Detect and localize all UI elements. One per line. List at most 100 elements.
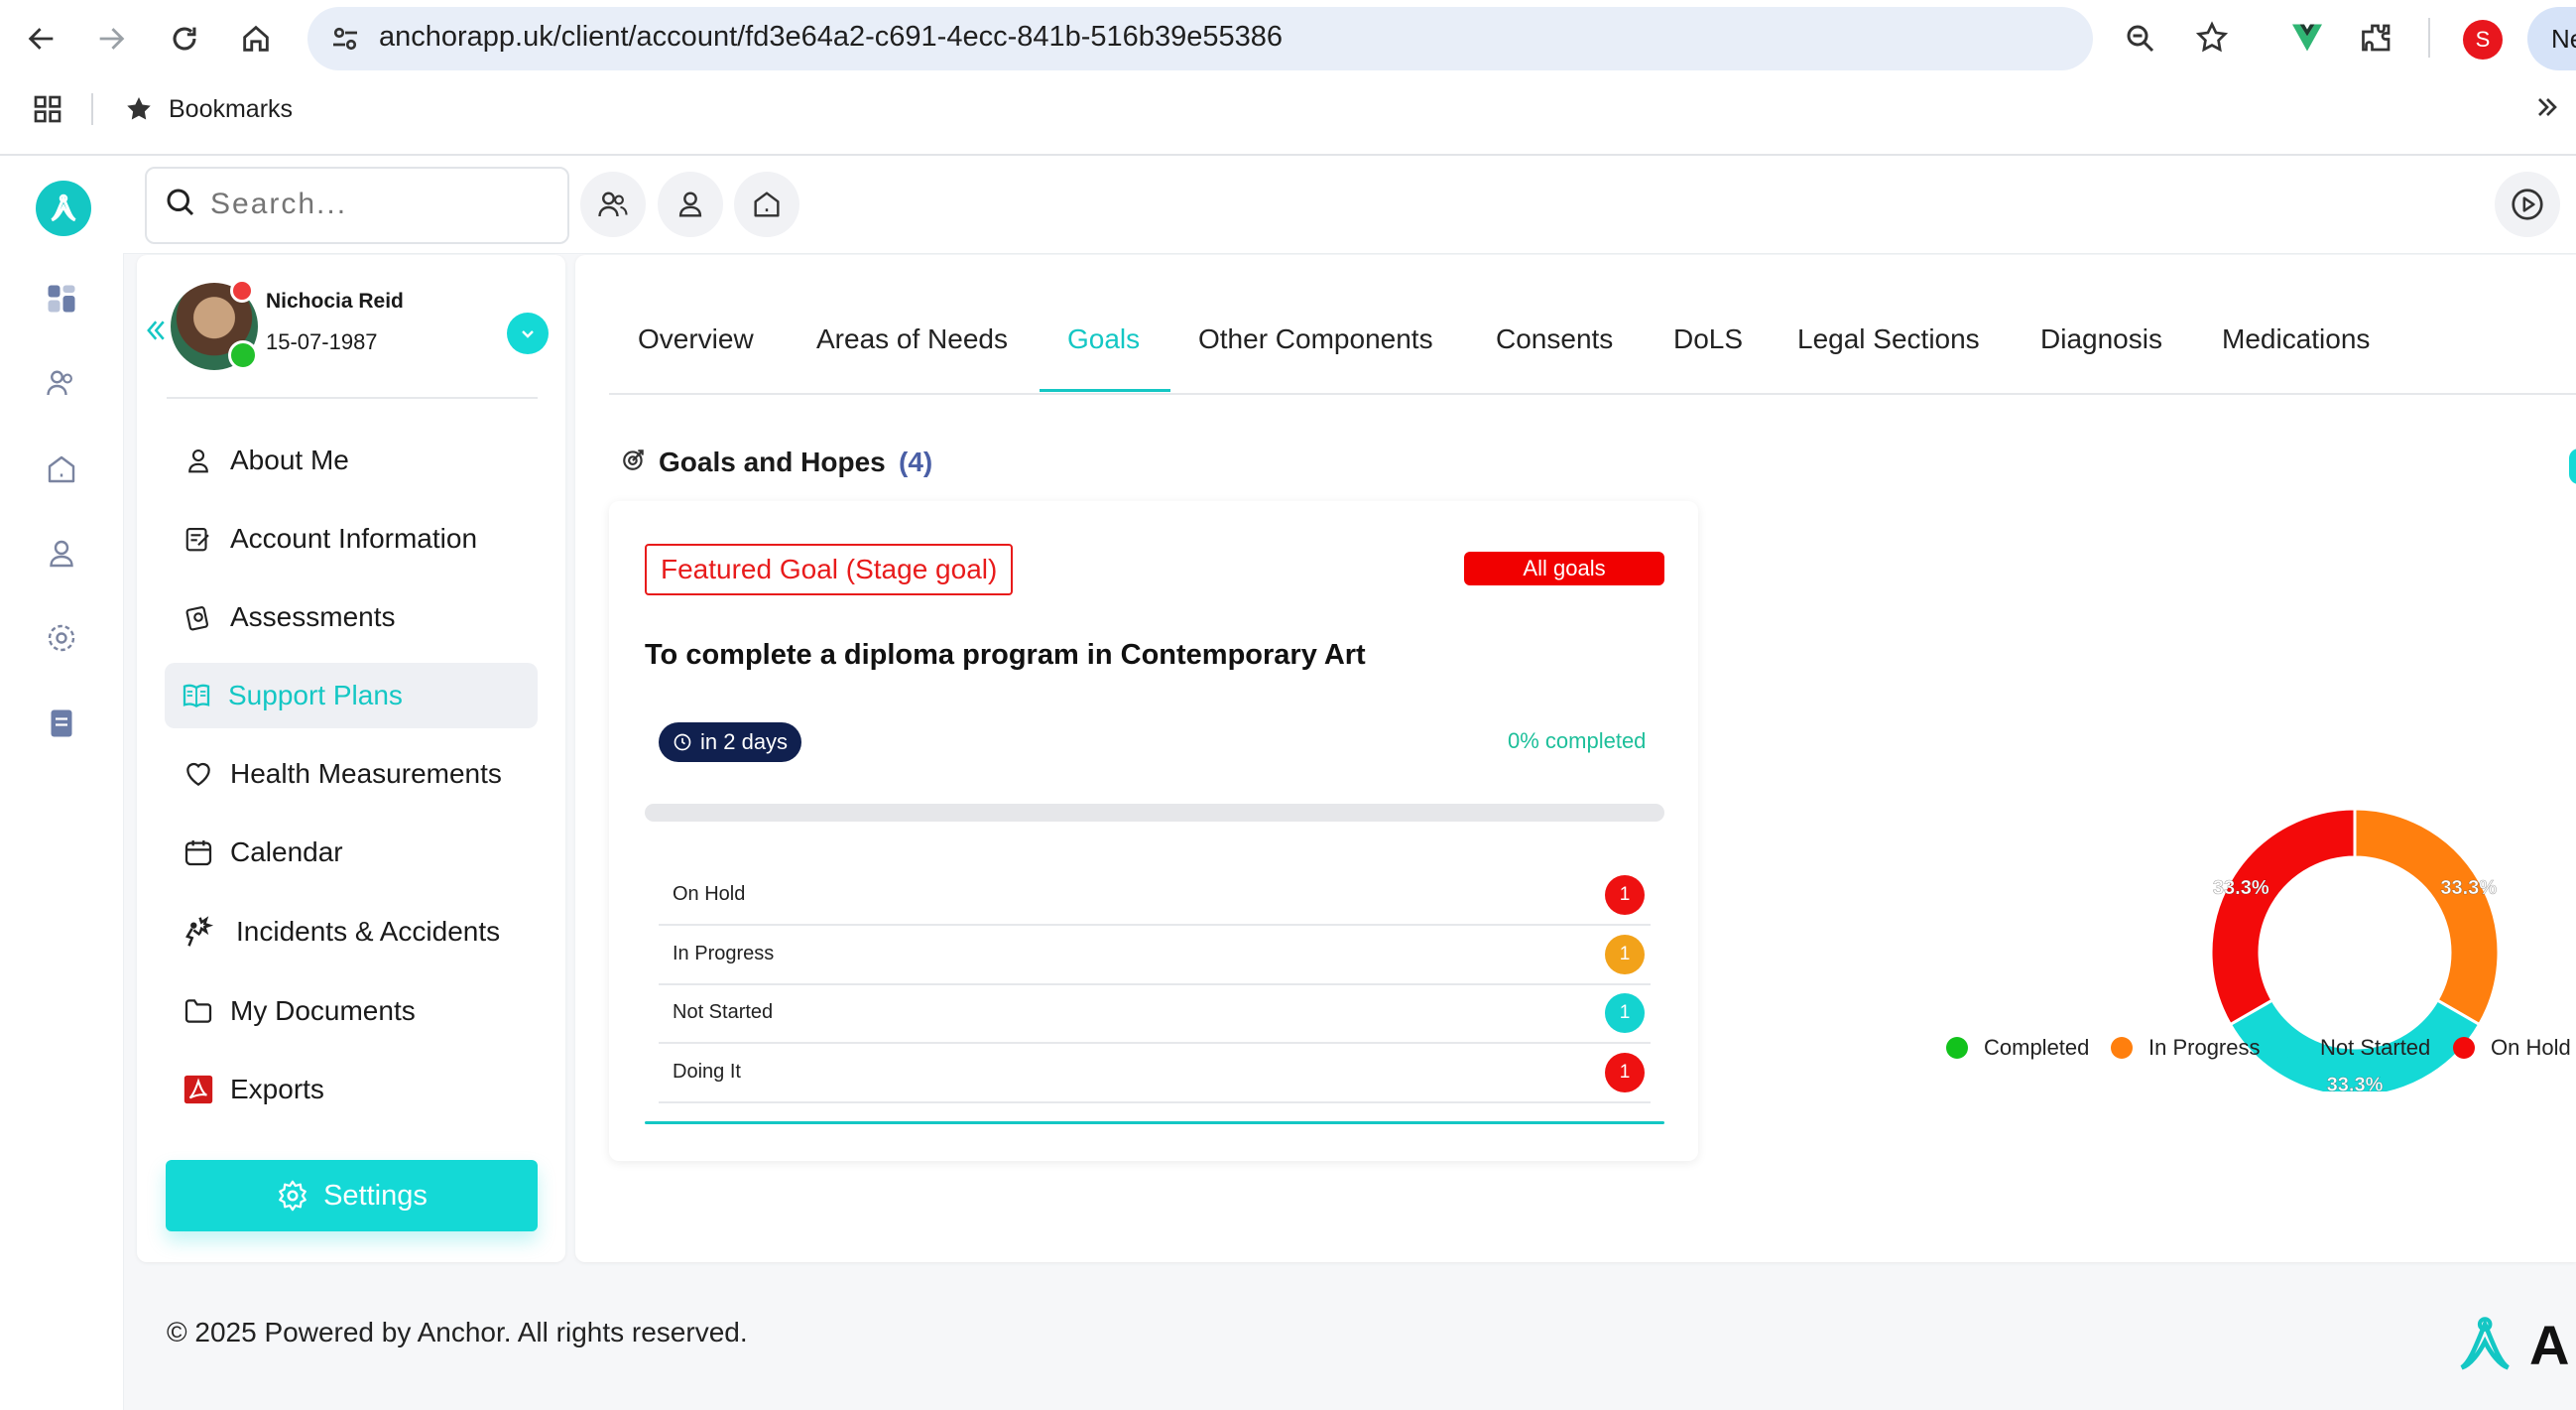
tab-overview[interactable]: Overview <box>638 323 754 393</box>
bookmarks-star-icon[interactable] <box>123 93 155 130</box>
legend-in-progress[interactable]: In Progress <box>2111 1035 2261 1061</box>
menu-label: Assessments <box>230 601 396 632</box>
donut-slice-in-progress[interactable] <box>2353 807 2501 1027</box>
play-video-button[interactable] <box>2495 172 2560 237</box>
menu-my-documents[interactable]: My Documents <box>167 978 534 1044</box>
settings-gear-icon[interactable] <box>38 614 85 662</box>
bookmark-star-icon[interactable] <box>2194 20 2230 61</box>
legend-label: Completed <box>1984 1035 2090 1060</box>
anchor-logo-icon[interactable] <box>36 181 91 236</box>
staff-icon[interactable] <box>38 530 85 577</box>
menu-health-measurements[interactable]: Health Measurements <box>167 741 534 807</box>
reload-icon[interactable] <box>163 17 206 61</box>
tab-medications[interactable]: Medications <box>2222 323 2370 393</box>
status-row-on-hold[interactable]: On Hold 1 <box>659 865 1651 926</box>
menu-support-plans[interactable]: Support Plans <box>165 663 538 728</box>
legend-label: Not Started <box>2320 1035 2431 1060</box>
add-goal-button[interactable] <box>2569 449 2576 484</box>
legend-not-started[interactable]: Not Started <box>2282 1035 2430 1061</box>
tab-dols[interactable]: DoLS <box>1673 323 1743 393</box>
featured-goal-label: Featured Goal (Stage goal) <box>645 544 1014 595</box>
vue-extension-icon[interactable] <box>2289 20 2325 61</box>
zoom-icon[interactable] <box>2123 21 2158 62</box>
new-chrome-button[interactable]: Ne <box>2527 7 2576 70</box>
menu-label: My Documents <box>230 995 416 1026</box>
settings-button[interactable]: Settings <box>166 1160 538 1231</box>
apps-grid-icon[interactable] <box>32 93 63 130</box>
status-list-underline <box>645 1121 1664 1124</box>
menu-about-me[interactable]: About Me <box>167 428 534 493</box>
menu-exports[interactable]: Exports <box>167 1057 534 1122</box>
target-icon <box>621 447 647 477</box>
back-icon[interactable] <box>20 17 63 61</box>
address-bar[interactable]: anchorapp.uk/client/account/fd3e64a2-c69… <box>307 7 2154 70</box>
donut-data-label: 33.3% <box>2213 877 2269 899</box>
menu-label: Account Information <box>230 523 478 554</box>
folder-icon <box>179 995 218 1027</box>
legend-on-hold[interactable]: On Hold <box>2453 1035 2571 1061</box>
home-icon[interactable] <box>234 17 278 61</box>
profile-avatar[interactable]: S <box>2463 20 2503 60</box>
menu-assessments[interactable]: Assessments <box>167 584 534 650</box>
clients-shortcut-button[interactable] <box>580 172 646 237</box>
status-label: On Hold <box>673 883 746 905</box>
clients-icon[interactable] <box>38 359 85 407</box>
assessment-icon <box>179 602 218 632</box>
tab-goals[interactable]: Goals <box>1067 323 1140 393</box>
client-menu-dropdown[interactable] <box>507 313 549 354</box>
active-tab-indicator <box>1040 389 1170 392</box>
heart-icon <box>179 758 218 790</box>
brand-text: A <box>2529 1313 2570 1376</box>
menu-label: Support Plans <box>228 680 403 710</box>
client-avatar[interactable] <box>171 279 258 370</box>
all-goals-button[interactable]: All goals <box>1464 552 1664 585</box>
pdf-icon <box>179 1073 218 1106</box>
menu-incidents-accidents[interactable]: Incidents & Accidents <box>167 899 534 964</box>
bookmarks-overflow-icon[interactable] <box>2531 91 2563 128</box>
person-icon <box>179 446 218 475</box>
tab-legal-sections[interactable]: Legal Sections <box>1797 323 1980 393</box>
tab-areas-of-needs[interactable]: Areas of Needs <box>816 323 1008 393</box>
status-row-in-progress[interactable]: In Progress 1 <box>659 925 1651 985</box>
clock-icon <box>674 733 691 751</box>
url-text[interactable]: anchorapp.uk/client/account/fd3e64a2-c69… <box>379 21 1283 54</box>
browser-toolbar: anchorapp.uk/client/account/fd3e64a2-c69… <box>0 0 2576 156</box>
extensions-puzzle-icon[interactable] <box>2359 20 2394 61</box>
donut-data-label: 33.3% <box>2327 1075 2384 1092</box>
collapse-sidebar-icon[interactable] <box>143 316 167 350</box>
menu-label: Calendar <box>230 836 343 867</box>
reports-icon[interactable] <box>38 700 85 747</box>
completion-percent: 0% completed <box>1508 728 1647 753</box>
online-status-dot <box>228 340 258 370</box>
gear-icon <box>279 1180 307 1212</box>
site-info-icon[interactable] <box>327 21 363 62</box>
tab-consents[interactable]: Consents <box>1496 323 1613 393</box>
goals-count: (4) <box>899 447 933 477</box>
menu-account-information[interactable]: Account Information <box>167 506 534 572</box>
forward-icon[interactable] <box>89 17 133 61</box>
edit-document-icon <box>179 524 218 554</box>
tab-diagnosis[interactable]: Diagnosis <box>2040 323 2162 393</box>
due-badge: in 2 days <box>659 722 802 762</box>
home-shortcut-button[interactable] <box>734 172 799 237</box>
user-shortcut-button[interactable] <box>658 172 723 237</box>
tab-other-components[interactable]: Other Components <box>1198 323 1433 393</box>
legend-label: In Progress <box>2148 1035 2261 1060</box>
status-row-not-started[interactable]: Not Started 1 <box>659 983 1651 1044</box>
status-row-doing-it[interactable]: Doing It 1 <box>659 1043 1651 1103</box>
search-icon <box>163 185 198 225</box>
search-box[interactable] <box>145 167 569 244</box>
dashboard-icon[interactable] <box>38 275 85 322</box>
goal-title[interactable]: To complete a diploma program in Contemp… <box>645 639 1366 672</box>
legend-completed[interactable]: Completed <box>1946 1035 2089 1061</box>
incident-icon <box>179 913 218 951</box>
donut-slice-on-hold[interactable] <box>2209 807 2357 1027</box>
bookmarks-label[interactable]: Bookmarks <box>169 95 293 124</box>
footer-brand: A <box>2454 1310 2569 1379</box>
search-input[interactable] <box>208 183 550 226</box>
menu-label: Health Measurements <box>230 758 502 789</box>
chevron-down-icon <box>522 330 534 338</box>
homes-icon[interactable] <box>38 446 85 493</box>
menu-calendar[interactable]: Calendar <box>167 820 534 885</box>
calendar-icon <box>179 836 218 868</box>
